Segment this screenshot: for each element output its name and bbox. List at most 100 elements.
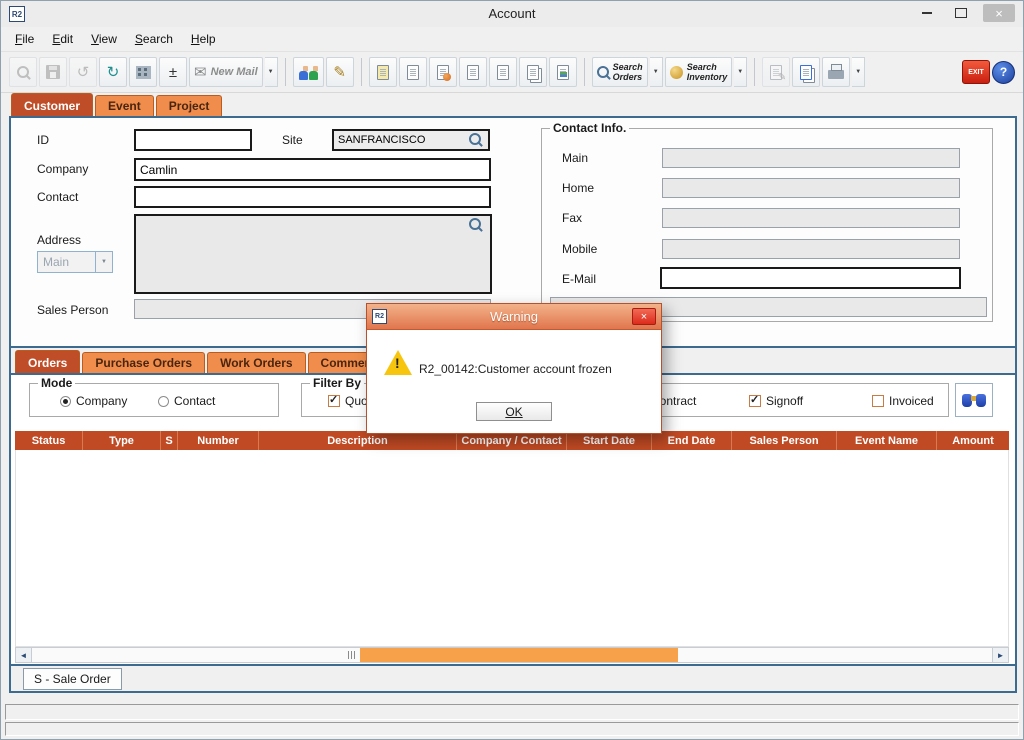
mode-group: Mode Company Contact — [29, 383, 279, 417]
checkbox-icon[interactable] — [749, 395, 761, 407]
scrollbar-track[interactable] — [32, 648, 992, 662]
toolbar-separator — [584, 58, 585, 86]
open-document-button[interactable] — [369, 57, 397, 87]
menu-file[interactable]: File — [15, 32, 34, 46]
people-icon — [298, 65, 319, 80]
dialog-body: R2_00142:Customer account frozen OK — [367, 330, 661, 433]
contacts-button[interactable] — [293, 57, 324, 87]
address-search-icon[interactable] — [469, 218, 481, 230]
copy-pages-button[interactable] — [792, 57, 820, 87]
advanced-search-button[interactable] — [955, 383, 993, 417]
filter-signoff[interactable]: Signoff — [749, 394, 803, 408]
col-amount[interactable]: Amount — [937, 431, 1009, 450]
document-icon — [407, 65, 419, 80]
dialog-close-button[interactable]: × — [632, 308, 656, 325]
contact-input[interactable] — [134, 186, 491, 208]
search-orders-button[interactable]: Search Orders — [592, 57, 648, 87]
documents-stack-button[interactable] — [519, 57, 547, 87]
home-phone-label: Home — [562, 181, 594, 195]
dialog-app-icon: R2 — [372, 309, 387, 324]
signature-button[interactable]: ✎ — [326, 57, 354, 87]
minimize-button[interactable] — [915, 4, 939, 22]
web-document-icon — [437, 65, 449, 80]
warning-triangle-icon — [384, 350, 412, 375]
toolbar-separator — [361, 58, 362, 86]
radio-icon[interactable] — [60, 396, 71, 407]
email-input[interactable] — [660, 267, 961, 289]
scrollbar-thumb[interactable] — [360, 648, 678, 662]
help-button[interactable]: ? — [992, 61, 1015, 84]
mode-contact-radio[interactable]: Contact — [158, 394, 215, 408]
tab-work-orders[interactable]: Work Orders — [207, 352, 305, 373]
radio-icon[interactable] — [158, 396, 169, 407]
col-sales-person[interactable]: Sales Person — [732, 431, 837, 450]
ok-button[interactable]: OK — [476, 402, 552, 421]
checkbox-icon[interactable] — [872, 395, 884, 407]
fax-field — [662, 208, 960, 228]
form-button[interactable] — [489, 57, 517, 87]
mode-company-label: Company — [76, 394, 127, 408]
report-button[interactable] — [459, 57, 487, 87]
document-button[interactable] — [399, 57, 427, 87]
close-button[interactable]: × — [983, 4, 1015, 22]
print-dropdown[interactable]: ▼ — [852, 57, 865, 87]
exit-button[interactable]: EXIT — [962, 60, 990, 84]
building-icon — [136, 66, 151, 79]
col-status[interactable]: Status — [15, 431, 83, 450]
sign-document-icon — [770, 65, 782, 80]
search-orders-dropdown[interactable]: ▼ — [650, 57, 663, 87]
new-mail-button[interactable]: ✉ New Mail — [189, 57, 263, 87]
horizontal-scrollbar[interactable]: ◄ ► — [15, 647, 1009, 663]
maximize-icon — [955, 8, 967, 18]
mode-company-radio[interactable]: Company — [60, 394, 127, 408]
menu-view[interactable]: View — [91, 32, 117, 46]
search-inventory-label-1: Search — [687, 62, 717, 72]
filter-invoiced[interactable]: Invoiced — [872, 394, 934, 408]
refresh-button[interactable]: ↻ — [99, 57, 127, 87]
warning-dialog: R2 Warning × R2_00142:Customer account f… — [366, 303, 662, 434]
toolbar-separator — [285, 58, 286, 86]
tab-event[interactable]: Event — [95, 95, 154, 116]
copy-pages-icon — [800, 65, 812, 80]
col-s[interactable]: S — [161, 431, 178, 450]
spreadsheet-button[interactable] — [549, 57, 577, 87]
scrollbar-grip-icon[interactable] — [344, 650, 358, 660]
dialog-message: R2_00142:Customer account frozen — [419, 362, 612, 376]
save-button — [39, 57, 67, 87]
checkbox-icon[interactable] — [328, 395, 340, 407]
col-end-date[interactable]: End Date — [652, 431, 732, 450]
tab-orders[interactable]: Orders — [15, 350, 80, 373]
minimize-icon — [922, 12, 932, 14]
site-input[interactable] — [332, 129, 490, 151]
address-type-value: Main — [38, 255, 95, 269]
col-type[interactable]: Type — [83, 431, 161, 450]
address-type-select[interactable]: Main ▼ — [37, 251, 113, 273]
scroll-right-button[interactable]: ► — [992, 648, 1008, 662]
new-mail-dropdown[interactable]: ▼ — [265, 57, 278, 87]
search-inventory-button[interactable]: Search Inventory — [665, 57, 733, 87]
dialog-title: Warning — [367, 309, 661, 324]
site-building-button[interactable] — [129, 57, 157, 87]
web-document-button[interactable] — [429, 57, 457, 87]
id-input[interactable] — [134, 129, 252, 151]
tab-purchase-orders[interactable]: Purchase Orders — [82, 352, 205, 373]
maximize-button[interactable] — [949, 4, 973, 22]
tab-customer[interactable]: Customer — [11, 93, 93, 116]
menu-search[interactable]: Search — [135, 32, 173, 46]
plus-minus-button[interactable]: ± — [159, 57, 187, 87]
scroll-left-button[interactable]: ◄ — [16, 648, 32, 662]
company-input[interactable] — [134, 158, 491, 181]
dialog-titlebar[interactable]: R2 Warning × — [367, 304, 661, 330]
col-number[interactable]: Number — [178, 431, 259, 450]
search-inventory-dropdown[interactable]: ▼ — [734, 57, 747, 87]
toolbar-separator — [754, 58, 755, 86]
menu-help[interactable]: Help — [191, 32, 216, 46]
address-textarea[interactable] — [134, 214, 492, 294]
lookup-icon — [17, 66, 29, 78]
chevron-down-icon[interactable]: ▼ — [95, 252, 112, 272]
tab-project[interactable]: Project — [156, 95, 223, 116]
menu-edit[interactable]: Edit — [52, 32, 73, 46]
print-button[interactable] — [822, 57, 850, 87]
site-search-icon[interactable] — [469, 133, 481, 145]
col-event-name[interactable]: Event Name — [837, 431, 937, 450]
